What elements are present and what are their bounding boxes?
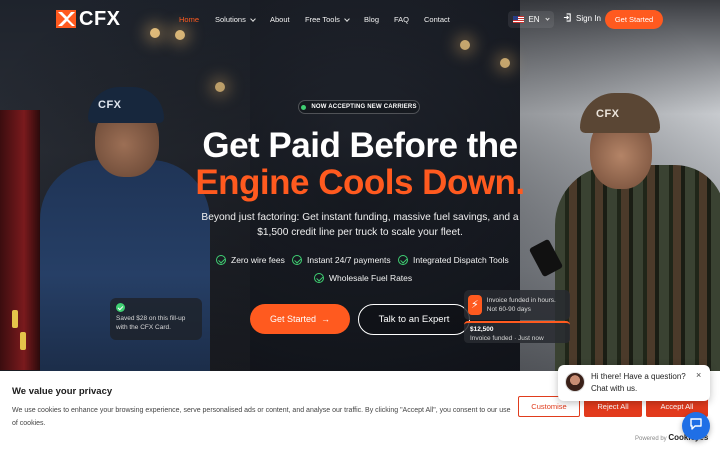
funded-amount: $12,500 [470, 326, 494, 333]
check-circle-icon [398, 255, 408, 265]
nav-get-started-button[interactable]: Get Started [605, 10, 663, 29]
get-started-button[interactable]: Get Started → [250, 304, 350, 334]
chat-launcher-button[interactable] [682, 412, 710, 440]
headline-line1: Get Paid Before the [202, 126, 518, 165]
nav-solutions-label: Solutions [215, 15, 246, 24]
chevron-down-icon [250, 15, 256, 22]
feature-item: Wholesale Fuel Rates [314, 273, 412, 283]
check-circle-icon [314, 273, 324, 283]
cap-logo-text: CFX [98, 99, 122, 111]
nav-blog[interactable]: Blog [364, 15, 379, 24]
nav-about[interactable]: About [270, 15, 290, 24]
funded-text: Invoice funded · Just now [470, 334, 544, 342]
sign-in-icon [563, 13, 572, 24]
get-started-label: Get Started [269, 314, 317, 324]
chat-bubble-icon [689, 417, 703, 436]
feature-item: Zero wire fees [216, 255, 285, 265]
nav-blog-label: Blog [364, 15, 380, 24]
feature-item: Instant 24/7 payments [292, 255, 391, 265]
lightning-icon: ⚡ [468, 295, 482, 315]
headline-line2: Engine Cools Down. [195, 163, 525, 202]
close-icon[interactable]: × [696, 369, 701, 381]
feature-label: Integrated Dispatch Tools [413, 255, 509, 265]
cookie-title: We value your privacy [12, 386, 113, 397]
logo-mark-icon [56, 10, 76, 28]
hero-subtitle: Beyond just factoring: Get instant fundi… [201, 212, 519, 238]
nav-home-label: Home [179, 15, 200, 24]
arrow-right-icon: → [321, 314, 331, 324]
status-dot-icon [301, 104, 307, 110]
chat-message: Hi there! Have a question? Chat with us. [591, 372, 686, 393]
nav-free-tools[interactable]: Free Tools [305, 15, 350, 24]
us-flag-icon [513, 16, 525, 23]
chevron-down-icon [344, 15, 350, 22]
feature-item: Integrated Dispatch Tools [398, 255, 509, 265]
check-circle-icon [116, 303, 125, 312]
logo[interactable]: CFX [56, 8, 121, 30]
badge-text: NOW ACCEPTING NEW CARRIERS [311, 104, 417, 110]
language-label: EN [528, 15, 540, 24]
nav-free-tools-label: Free Tools [305, 15, 340, 24]
invoice-funded-card: $12,500 Invoice funded · Just now [464, 321, 570, 343]
nav-contact-label: Contact [424, 15, 450, 24]
status-badge: NOW ACCEPTING NEW CARRIERS [298, 100, 420, 114]
invoice-speed-text: Invoice funded in hours. Not 60-90 days [486, 297, 556, 313]
nav-faq[interactable]: FAQ [394, 15, 409, 24]
sign-in-link[interactable]: Sign In [563, 13, 601, 24]
check-circle-icon [216, 255, 226, 265]
check-circle-icon [292, 255, 302, 265]
chevron-down-icon [544, 16, 550, 21]
cookie-text: We use cookies to enhance your browsing … [12, 407, 511, 427]
invoice-speed-card: ⚡ Invoice funded in hours. Not 60-90 day… [464, 290, 570, 320]
cap-logo-text: CFX [596, 108, 620, 120]
language-selector[interactable]: EN [508, 11, 554, 28]
savings-text: Saved $28 on this fill-up with the CFX C… [116, 315, 186, 331]
nav-contact[interactable]: Contact [424, 15, 450, 24]
powered-by-label: Powered by [635, 436, 667, 442]
logo-text: CFX [79, 8, 121, 30]
nav-faq-label: FAQ [394, 15, 410, 24]
nav-solutions[interactable]: Solutions [215, 15, 256, 24]
feature-label: Wholesale Fuel Rates [329, 273, 413, 283]
fuel-savings-card: Saved $28 on this fill-up with the CFX C… [110, 298, 202, 340]
nav-home[interactable]: Home [179, 15, 199, 24]
feature-label: Zero wire fees [231, 255, 285, 265]
avatar [565, 372, 585, 392]
talk-to-expert-button[interactable]: Talk to an Expert [358, 304, 470, 335]
nav-about-label: About [270, 15, 290, 24]
chat-popup[interactable]: Hi there! Have a question? Chat with us.… [558, 365, 710, 401]
feature-label: Instant 24/7 payments [307, 255, 391, 265]
sign-in-label: Sign In [576, 14, 601, 23]
navbar: CFX Home Solutions About Free Tools Blog… [0, 0, 720, 40]
